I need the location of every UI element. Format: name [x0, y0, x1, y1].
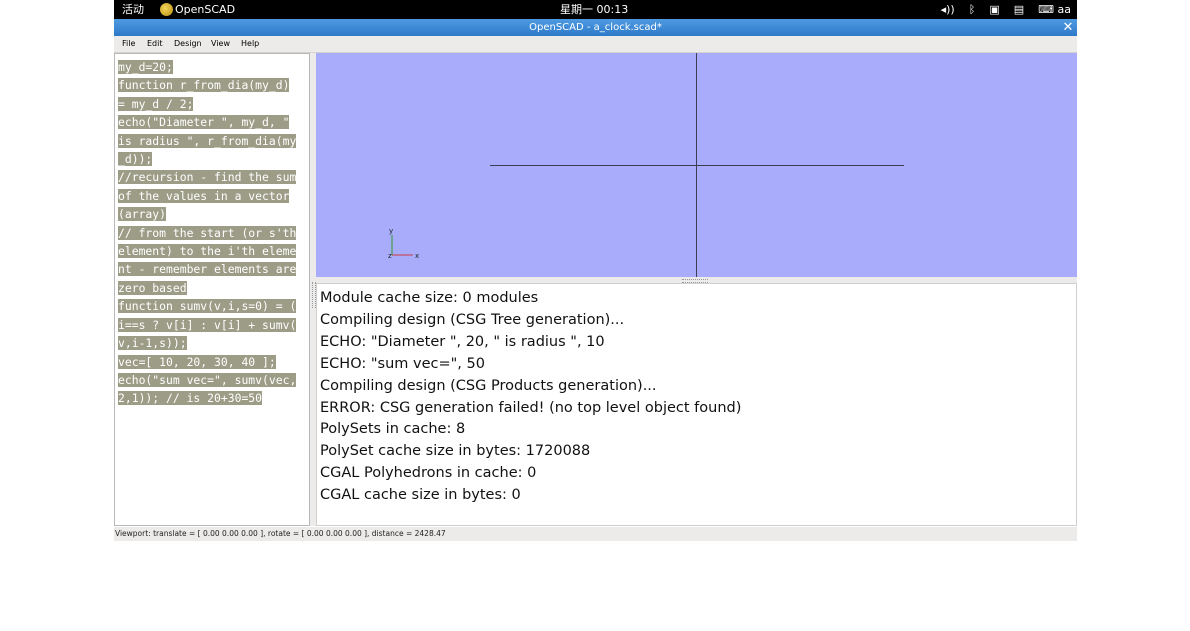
- code-line[interactable]: i==s ? v[i] : v[i] + sumv(: [118, 317, 297, 332]
- axis-gizmo: x y z: [388, 227, 419, 260]
- code-line[interactable]: nt - remember elements are: [118, 262, 297, 277]
- menubar: File Edit Design View Help: [114, 36, 1077, 53]
- menu-file[interactable]: File: [122, 39, 135, 48]
- console-line: ERROR: CSG generation failed! (no top le…: [320, 399, 742, 416]
- console-line: CGAL Polyhedrons in cache: 0: [320, 465, 537, 482]
- viewport-canvas[interactable]: x y z: [316, 53, 1077, 277]
- app-menu-label: OpenSCAD: [175, 3, 236, 16]
- code-line[interactable]: echo("sum vec=", sumv(vec,: [118, 372, 297, 387]
- y-axis-label: y: [389, 227, 393, 235]
- console-line: ECHO: "Diameter ", 20, " is radius ", 10: [320, 333, 605, 350]
- activities-button[interactable]: 活动: [122, 2, 144, 17]
- window-title: OpenSCAD - a_clock.scad*: [529, 22, 662, 33]
- app-menu[interactable]: OpenSCAD: [160, 2, 235, 17]
- clipboard-icon[interactable]: ▤: [1014, 2, 1024, 17]
- code-line[interactable]: 2,1)); // is 20+30=50: [118, 391, 263, 406]
- code-editor[interactable]: my_d=20; function r_from_dia(my_d) = my_…: [114, 53, 310, 526]
- console-line: Module cache size: 0 modules: [320, 290, 539, 306]
- console-line: ECHO: "sum vec=", 50: [320, 355, 485, 372]
- top-panel: 活动 OpenSCAD 星期一 00:13 ◂)) ᛒ ▣ ▤ ⌨ aa: [114, 0, 1077, 19]
- code-line[interactable]: function sumv(v,i,s=0) = (: [118, 299, 297, 314]
- console-line: PolySets in cache: 8: [320, 421, 466, 438]
- code-line[interactable]: vec=[ 10, 20, 30, 40 ];: [118, 354, 276, 369]
- console-line: CGAL cache size in bytes: 0: [320, 487, 521, 504]
- volume-icon[interactable]: ◂)): [941, 2, 955, 17]
- code-line[interactable]: (array): [118, 207, 167, 222]
- menu-design[interactable]: Design: [174, 39, 202, 48]
- ime-label: aa: [1057, 3, 1071, 16]
- code-line[interactable]: function r_from_dia(my_d): [118, 78, 290, 93]
- clock[interactable]: 星期一 00:13: [560, 2, 628, 17]
- input-method-indicator[interactable]: ⌨ aa: [1038, 2, 1071, 17]
- 3d-viewport[interactable]: x y z: [316, 53, 1077, 277]
- code-text[interactable]: my_d=20; function r_from_dia(my_d) = my_…: [115, 54, 309, 408]
- code-line[interactable]: _d));: [118, 152, 153, 167]
- code-line[interactable]: v,i-1,s));: [118, 336, 187, 351]
- code-line[interactable]: // from the start (or s'th: [118, 225, 297, 240]
- bluetooth-icon[interactable]: ᛒ: [969, 2, 976, 17]
- code-line[interactable]: my_d=20;: [118, 60, 173, 74]
- x-axis-label: x: [415, 252, 419, 260]
- z-axis-label: z: [388, 252, 392, 260]
- menu-help[interactable]: Help: [241, 39, 259, 48]
- network-icon[interactable]: ▣: [989, 2, 999, 17]
- keyboard-icon: ⌨: [1038, 3, 1055, 16]
- window-titlebar[interactable]: OpenSCAD - a_clock.scad* ✕: [114, 19, 1077, 36]
- code-line[interactable]: is radius ", r_from_dia(my: [118, 133, 297, 148]
- menu-view[interactable]: View: [211, 39, 230, 48]
- console-line: Compiling design (CSG Products generatio…: [320, 377, 657, 394]
- code-line[interactable]: = my_d / 2;: [118, 96, 194, 111]
- code-line[interactable]: of the values in a vector: [118, 188, 290, 203]
- close-icon[interactable]: ✕: [1061, 19, 1075, 36]
- code-line[interactable]: zero based: [118, 280, 187, 295]
- openscad-icon: [160, 3, 173, 16]
- console-output[interactable]: Module cache size: 0 modules Compiling de…: [316, 283, 1077, 526]
- code-line[interactable]: //recursion - find the sum: [118, 170, 297, 185]
- console-lines: Module cache size: 0 modules Compiling de…: [317, 284, 1076, 507]
- console-line: Compiling design (CSG Tree generation)..…: [320, 311, 625, 328]
- menu-edit[interactable]: Edit: [147, 39, 163, 48]
- console-line: PolySet cache size in bytes: 1720088: [320, 443, 591, 460]
- code-line[interactable]: echo("Diameter ", my_d, ": [118, 115, 290, 130]
- code-line[interactable]: element) to the i'th eleme: [118, 244, 297, 259]
- system-tray[interactable]: ◂)) ᛒ ▣ ▤ ⌨ aa: [941, 2, 1071, 17]
- status-bar: Viewport: translate = [ 0.00 0.00 0.00 ]…: [114, 527, 1077, 541]
